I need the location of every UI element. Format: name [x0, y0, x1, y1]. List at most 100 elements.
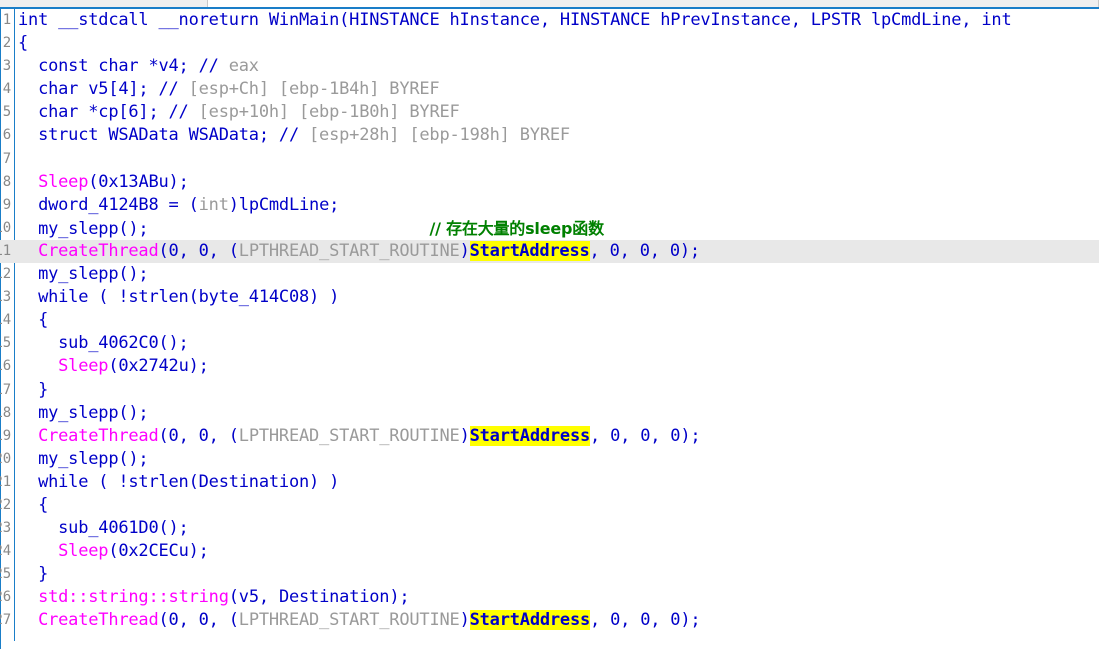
line-number: 13 [0, 289, 11, 306]
code-line[interactable]: 15 sub_4062C0(); [0, 332, 1099, 355]
code-token: } [18, 379, 49, 400]
code-token: )lpCmdLine; [228, 194, 340, 215]
code-text[interactable]: int __stdcall __noreturn WinMain(HINSTAN… [18, 9, 1012, 32]
code-token: dword_4124B8 = ( [18, 194, 199, 215]
code-line[interactable]: 13 while ( !strlen(byte_414C08) ) [0, 286, 1099, 309]
pane-bottom-fill [1, 641, 1099, 649]
code-token: while ( !strlen(byte_414C08) ) [18, 287, 340, 308]
code-line[interactable]: 14 { [0, 309, 1099, 332]
code-line[interactable]: 6 struct WSAData WSAData; // [esp+28h] [… [0, 124, 1099, 147]
code-token: ( [339, 10, 350, 30]
code-line[interactable]: 12 my_slepp(); [0, 263, 1099, 286]
highlighted-token: Address [519, 240, 590, 261]
code-line[interactable]: 23 sub_4061D0(); [0, 517, 1099, 540]
code-token: , 0, 0, 0); [590, 610, 701, 631]
code-line[interactable]: 10 my_slepp(); // 存在大量的sleep函数 [0, 217, 1099, 240]
code-token: ) [459, 610, 470, 631]
code-text[interactable]: Sleep(0x13ABu); [18, 171, 189, 194]
code-text[interactable]: { [18, 32, 28, 55]
code-text[interactable]: { [18, 309, 48, 332]
line-number: 19 [0, 427, 11, 444]
code-token: (0, 0, ( [158, 425, 239, 446]
code-text[interactable]: CreateThread(0, 0, (LPTHREAD_START_ROUTI… [18, 425, 701, 448]
code-line[interactable]: 24 Sleep(0x2CECu); [0, 540, 1099, 563]
comment-token: int [198, 194, 229, 215]
code-line[interactable]: 22 { [0, 494, 1099, 517]
line-number: 27 [0, 612, 11, 629]
code-text[interactable]: my_slepp(); [18, 402, 149, 425]
code-token: char *cp[6]; // [18, 102, 199, 123]
line-number: 18 [0, 404, 11, 421]
line-number: 22 [0, 496, 11, 513]
line-number: 17 [0, 381, 11, 398]
code-line[interactable]: 3 const char *v4; // eax [0, 55, 1099, 78]
code-line[interactable]: 2{ [0, 32, 1099, 55]
code-line[interactable]: 20 my_slepp(); [0, 448, 1099, 471]
code-line[interactable]: 25 } [0, 563, 1099, 586]
line-number: 20 [0, 450, 11, 467]
code-token: const char *v4; // [18, 56, 229, 77]
code-line[interactable]: 21 while ( !strlen(Destination) ) [0, 471, 1099, 494]
code-token: sub_4062C0(); [18, 333, 189, 354]
line-number: 4 [2, 81, 11, 98]
code-line[interactable]: 27 CreateThread(0, 0, (LPTHREAD_START_RO… [0, 609, 1099, 632]
api-call-token: std::string::string [38, 587, 229, 608]
code-line[interactable]: 1 int __stdcall __noreturn WinMain(HINSTA… [0, 9, 1099, 32]
code-text[interactable]: std::string::string(v5, Destination); [18, 586, 410, 609]
comment-token: [esp+Ch] [ebp-1B4h] BYREF [188, 79, 440, 100]
code-line[interactable]: 16 Sleep(0x2742u); [0, 355, 1099, 378]
code-text[interactable]: my_slepp(); [18, 263, 149, 286]
code-token: my_slepp(); [18, 218, 149, 239]
code-line[interactable]: 26 std::string::string(v5, Destination); [0, 586, 1099, 609]
pseudocode-pane[interactable]: 1 int __stdcall __noreturn WinMain(HINSTA… [0, 9, 1099, 649]
api-call-token: CreateThread [38, 240, 159, 261]
code-text[interactable]: while ( !strlen(byte_414C08) ) [18, 286, 339, 309]
code-text[interactable]: sub_4061D0(); [18, 517, 189, 540]
code-token: char v5[4]; // [18, 79, 189, 100]
code-line[interactable]: 5 char *cp[6]; // [esp+10h] [ebp-1B0h] B… [0, 101, 1099, 124]
code-line[interactable]: 18 my_slepp(); [0, 402, 1099, 425]
code-line-current[interactable]: 11 CreateThread(0, 0, (LPTHREAD_START_RO… [0, 239, 1099, 264]
code-token: (0x2CECu); [108, 541, 209, 562]
line-number: 15 [0, 335, 11, 352]
code-text[interactable]: char *cp[6]; // [esp+10h] [ebp-1B0h] BYR… [18, 101, 460, 124]
api-call-token: CreateThread [38, 425, 159, 446]
code-text[interactable]: Sleep(0x2CECu); [18, 540, 209, 563]
comment-token: eax [228, 56, 259, 77]
code-text[interactable]: sub_4062C0(); [18, 332, 189, 355]
annotation-comment: // 存在大量的sleep函数 [429, 218, 604, 238]
code-line[interactable]: 17 } [0, 379, 1099, 402]
code-text[interactable]: while ( !strlen(Destination) ) [18, 471, 339, 494]
code-text[interactable]: my_slepp(); // 存在大量的sleep函数 [18, 217, 604, 241]
line-number: 23 [0, 520, 11, 537]
code-line[interactable]: 9 dword_4124B8 = (int)lpCmdLine; [0, 194, 1099, 217]
code-text[interactable]: } [18, 379, 48, 402]
code-line[interactable]: 4 char v5[4]; // [esp+Ch] [ebp-1B4h] BYR… [0, 78, 1099, 101]
code-text[interactable]: CreateThread(0, 0, (LPTHREAD_START_ROUTI… [18, 240, 700, 263]
code-line[interactable]: 7 [0, 148, 1099, 171]
code-token: } [18, 564, 49, 585]
highlighted-token: StartAddress [469, 425, 591, 446]
line-number: 24 [0, 543, 11, 560]
code-text[interactable]: { [18, 494, 48, 517]
code-text[interactable]: struct WSAData WSAData; // [esp+28h] [eb… [18, 124, 570, 147]
code-text[interactable]: my_slepp(); [18, 448, 149, 471]
code-text[interactable]: dword_4124B8 = (int)lpCmdLine; [18, 194, 339, 217]
code-text[interactable]: CreateThread(0, 0, (LPTHREAD_START_ROUTI… [18, 609, 701, 632]
code-line[interactable]: 8 Sleep(0x13ABu); [0, 171, 1099, 194]
code-text[interactable]: const char *v4; // eax [18, 55, 259, 78]
line-number: 11 [0, 242, 11, 259]
code-text[interactable]: char v5[4]; // [esp+Ch] [ebp-1B4h] BYREF [18, 78, 440, 101]
code-text[interactable]: } [18, 563, 48, 586]
code-line[interactable]: 19 CreateThread(0, 0, (LPTHREAD_START_RO… [0, 425, 1099, 448]
code-text[interactable]: Sleep(0x2742u); [18, 355, 209, 378]
line-number: 3 [2, 58, 11, 75]
api-call-token: Sleep [58, 541, 109, 562]
code-lines-container[interactable]: 1 int __stdcall __noreturn WinMain(HINSTA… [0, 9, 1099, 633]
